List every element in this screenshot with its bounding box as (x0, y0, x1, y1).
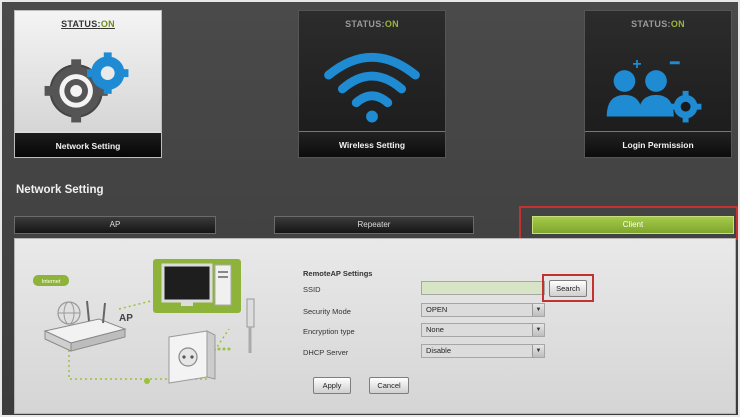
cancel-button[interactable]: Cancel (369, 377, 409, 394)
apply-button[interactable]: Apply (313, 377, 351, 394)
network-diagram: Internet AP (33, 259, 255, 384)
encryption-type-value: None (426, 325, 444, 334)
chevron-down-icon: ▼ (532, 324, 544, 336)
encryption-type-select[interactable]: None ▼ (421, 323, 545, 337)
tile-network-setting[interactable]: STATUS:ON Network Setting (14, 10, 162, 158)
globe-icon (57, 301, 81, 325)
dhcp-server-select[interactable]: Disable ▼ (421, 344, 545, 358)
dhcp-server-value: Disable (426, 346, 452, 355)
ssid-input[interactable] (421, 281, 545, 295)
encryption-type-label: Encryption type (303, 327, 355, 336)
tile-status: STATUS:ON (631, 19, 685, 29)
chevron-down-icon: ▼ (532, 345, 544, 357)
users-gear-icon: + (606, 56, 702, 123)
client-tab-highlight (519, 206, 738, 240)
router-icon (43, 300, 127, 352)
tile-status: STATUS:ON (345, 19, 399, 29)
settings-panel: Internet AP RemoteAP Settings SSID Searc… (14, 238, 736, 414)
tile-label: Network Setting (15, 131, 161, 157)
remote-ap-heading: RemoteAP Settings (303, 269, 373, 278)
dhcp-server-label: DHCP Server (303, 348, 349, 357)
app-frame: STATUS:ON Network Setting STATUS:ON Wire… (0, 0, 740, 417)
security-mode-select[interactable]: OPEN ▼ (421, 303, 545, 317)
tile-label: Wireless Setting (299, 131, 445, 157)
tile-status: STATUS:ON (61, 19, 115, 29)
internet-label: Internet (42, 279, 61, 285)
wall-plug-icon (168, 330, 216, 384)
chevron-down-icon: ▼ (532, 304, 544, 316)
ap-label: AP (119, 313, 133, 324)
search-button-highlight (542, 274, 594, 302)
ssid-label: SSID (303, 285, 321, 294)
wifi-icon (324, 53, 420, 123)
computer-icon (153, 259, 241, 313)
svg-text:+: + (632, 56, 641, 73)
tab-ap[interactable]: AP (14, 216, 216, 234)
security-mode-value: OPEN (426, 305, 448, 314)
tile-label: Login Permission (585, 131, 731, 157)
tile-login-permission[interactable]: STATUS:ON + Login Permission (584, 10, 732, 158)
network-gear-icon (44, 52, 129, 123)
section-title: Network Setting (16, 184, 104, 196)
tab-repeater[interactable]: Repeater (274, 216, 474, 234)
tile-wireless-setting[interactable]: STATUS:ON Wireless Setting (298, 10, 446, 158)
security-mode-label: Security Mode (303, 307, 351, 316)
